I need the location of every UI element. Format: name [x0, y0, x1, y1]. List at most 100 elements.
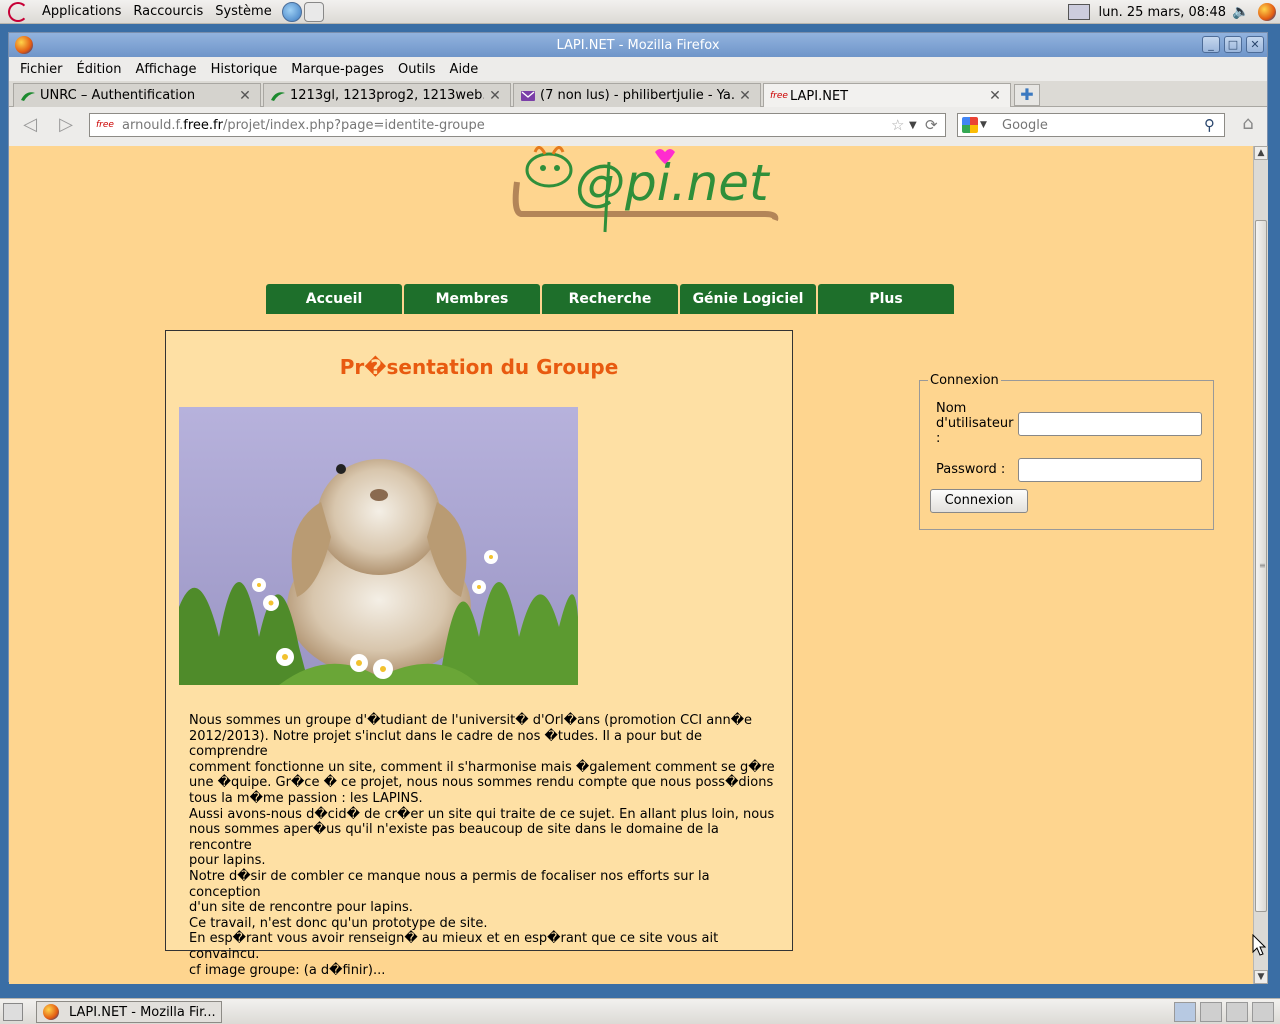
text-line: 2012/2013). Notre projet s'inclut dans l…	[189, 728, 703, 760]
close-tab-icon[interactable]: ✕	[738, 88, 752, 104]
tab-bar: UNRC – Authentification ✕ 1213gl, 1213pr…	[9, 81, 1267, 108]
free-icon: free	[770, 91, 788, 101]
menu-historique[interactable]: Historique	[204, 62, 285, 77]
show-desktop-icon[interactable]	[3, 1003, 23, 1021]
text-line: une �quipe. Gr�ce � ce projet, nous nous…	[189, 775, 774, 791]
vertical-scrollbar[interactable]: ▲ ≡ ▼	[1253, 146, 1268, 984]
debian-logo-icon[interactable]	[8, 1, 28, 22]
window-titlebar[interactable]: LAPI.NET - Mozilla Firefox _ □ ✕	[9, 33, 1267, 57]
menu-edition[interactable]: Édition	[70, 62, 129, 77]
bottom-panel: LAPI.NET - Mozilla Fir...	[0, 998, 1280, 1024]
url-suffix: /projet/index.php?page=identite-groupe	[222, 117, 485, 133]
tab-unrc[interactable]: UNRC – Authentification ✕	[13, 83, 261, 107]
url-prefix: arnould.f.	[122, 117, 184, 133]
scroll-down-icon[interactable]: ▼	[1254, 970, 1268, 984]
new-tab-button[interactable]: ✚	[1014, 84, 1040, 106]
menu-raccourcis[interactable]: Raccourcis	[127, 4, 209, 19]
text-line: Ce travail, n'est donc qu'un prototype d…	[189, 915, 488, 931]
window-title: LAPI.NET - Mozilla Firefox	[556, 37, 720, 53]
nav-plus[interactable]: Plus	[818, 284, 954, 314]
workspace-4[interactable]	[1252, 1002, 1274, 1022]
search-icon[interactable]: ⚲	[1204, 116, 1224, 134]
mouse-cursor-icon	[1252, 934, 1266, 956]
firefox-icon[interactable]	[15, 36, 33, 54]
firefox-tray-icon[interactable]	[1258, 3, 1276, 21]
site-nav: Accueil Membres Recherche Génie Logiciel…	[266, 284, 954, 314]
nav-genie-logiciel[interactable]: Génie Logiciel	[680, 284, 816, 314]
username-label: Nom d'utilisateur :	[936, 401, 1013, 446]
text-line: Aussi avons-nous d�cid� de cr�er un site…	[189, 806, 775, 822]
url-bar[interactable]: free arnould.f.free.fr/projet/index.php?…	[89, 113, 946, 137]
workspace-2[interactable]	[1200, 1002, 1222, 1022]
search-input[interactable]	[1002, 117, 1204, 133]
network-icon[interactable]	[1068, 4, 1091, 20]
bookmark-star-icon[interactable]: ☆	[891, 116, 909, 134]
minimize-button[interactable]: _	[1202, 36, 1220, 53]
password-label: Password :	[936, 462, 1006, 477]
back-icon[interactable]: ◁	[17, 113, 43, 137]
url-dropdown-icon[interactable]: ▼	[909, 120, 925, 131]
menu-applications[interactable]: Applications	[36, 4, 127, 19]
nav-membres[interactable]: Membres	[404, 284, 540, 314]
tab-1213gl[interactable]: 1213gl, 1213prog2, 1213web... ✕	[263, 83, 511, 107]
close-tab-icon[interactable]: ✕	[488, 88, 502, 104]
connexion-button[interactable]: Connexion	[930, 489, 1028, 513]
page-content: @pi.net Accueil Membres Recherche Génie …	[9, 146, 1253, 984]
text-line: comment fonctionne un site, comment il s…	[189, 759, 775, 775]
text-line: tous la m�me passion : les LAPINS.	[189, 790, 423, 806]
search-engine-dropdown-icon[interactable]: ▼	[980, 120, 992, 130]
text-line: pour lapins.	[189, 853, 266, 869]
tab-mail[interactable]: (7 non lus) - philibertjulie - Ya... ✕	[513, 83, 761, 107]
unrc-icon	[271, 91, 285, 101]
username-input[interactable]	[1018, 412, 1202, 436]
menu-outils[interactable]: Outils	[391, 62, 443, 77]
site-favicon: free	[96, 120, 114, 130]
workspace-1[interactable]	[1174, 1002, 1196, 1022]
taskbar-label: LAPI.NET - Mozilla Fir...	[69, 1004, 216, 1020]
menu-fichier[interactable]: Fichier	[13, 62, 70, 77]
presentation-text: Nous sommes un groupe d'�tudiant de l'un…	[189, 713, 779, 978]
tab-label: UNRC – Authentification	[40, 88, 196, 103]
reload-icon[interactable]: ⟳	[925, 116, 945, 134]
text-line: Notre d�sir de combler ce manque nous a …	[189, 868, 710, 900]
volume-icon[interactable]: 🔈	[1232, 5, 1250, 19]
tab-lapi-net[interactable]: free LAPI.NET ✕	[763, 83, 1011, 108]
rabbit-photo	[179, 407, 578, 685]
url-domain: free.fr	[183, 117, 223, 133]
close-window-button[interactable]: ✕	[1246, 36, 1264, 53]
password-input[interactable]	[1018, 458, 1202, 482]
url-text[interactable]: arnould.f.free.fr/projet/index.php?page=…	[122, 118, 891, 133]
logo-text: @pi.net	[575, 154, 771, 212]
tab-label: (7 non lus) - philibertjulie - Ya...	[540, 88, 734, 103]
forward-icon[interactable]: ▷	[53, 113, 79, 137]
text-line: Nous sommes un groupe d'�tudiant de l'un…	[189, 713, 753, 728]
menu-systeme[interactable]: Système	[209, 4, 277, 19]
search-bar[interactable]: ▼ ⚲	[957, 113, 1225, 137]
mail-icon	[521, 90, 535, 101]
top-panel: Applications Raccourcis Système lun. 25 …	[0, 0, 1280, 24]
home-icon[interactable]: ⌂	[1235, 113, 1261, 137]
mail-launcher-icon[interactable]	[303, 1, 324, 22]
lapi-net-logo[interactable]: @pi.net	[505, 146, 785, 252]
menu-aide[interactable]: Aide	[443, 62, 486, 77]
page-title: Pr�sentation du Groupe	[339, 355, 619, 379]
username-label-line: :	[936, 431, 941, 446]
scrollbar-thumb[interactable]: ≡	[1255, 220, 1267, 912]
menubar: Fichier Édition Affichage Historique Mar…	[9, 57, 1267, 81]
scroll-up-icon[interactable]: ▲	[1254, 146, 1268, 160]
nav-recherche[interactable]: Recherche	[542, 284, 678, 314]
google-engine-icon[interactable]	[962, 117, 978, 133]
nav-accueil[interactable]: Accueil	[266, 284, 402, 314]
taskbar-firefox[interactable]: LAPI.NET - Mozilla Fir...	[36, 1001, 222, 1023]
close-tab-icon[interactable]: ✕	[238, 88, 252, 104]
close-tab-icon[interactable]: ✕	[988, 88, 1002, 104]
web-browser-launcher-icon[interactable]	[281, 1, 302, 22]
clock[interactable]: lun. 25 mars, 08:48	[1098, 5, 1226, 20]
menu-affichage[interactable]: Affichage	[128, 62, 203, 77]
presentation-box: Pr�sentation du Groupe Nous sommes un gr…	[165, 330, 793, 978]
menu-marque-pages[interactable]: Marque-pages	[284, 62, 391, 77]
maximize-button[interactable]: □	[1224, 36, 1242, 53]
tab-label: 1213gl, 1213prog2, 1213web...	[290, 88, 484, 103]
text-line: cf image groupe: (a d�finir)...	[189, 962, 386, 978]
workspace-3[interactable]	[1226, 1002, 1248, 1022]
